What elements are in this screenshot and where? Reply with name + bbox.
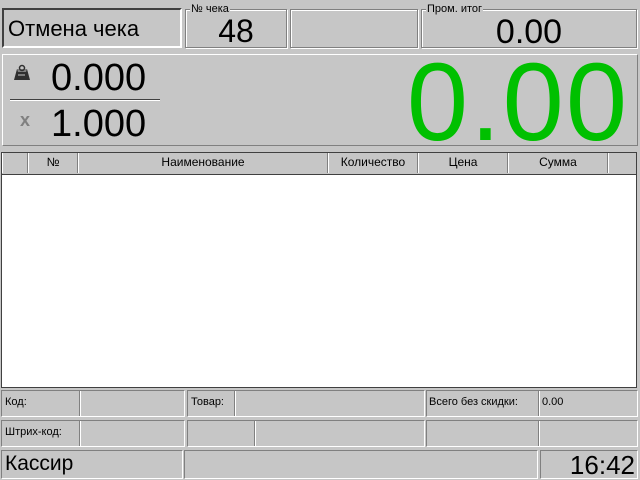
barcode-field-divider (79, 421, 81, 446)
column-header-selector[interactable] (2, 153, 28, 173)
weight-value: 0.000 (51, 57, 147, 99)
big-total-value: 0.00 (406, 41, 629, 164)
status-time-field: 16:42 (540, 450, 638, 479)
total-no-discount-field: Всего без скидки: 0.00 (426, 390, 638, 417)
header-empty-field (290, 9, 418, 48)
barcode-field: Штрих-код: (1, 420, 185, 447)
total-no-discount-divider (538, 391, 540, 416)
code-label: Код: (5, 396, 27, 408)
column-header-sum[interactable]: Сумма (508, 153, 608, 173)
status-user-field: Кассир (1, 450, 183, 479)
product-extra-divider (254, 421, 256, 446)
column-header-name[interactable]: Наименование (78, 153, 328, 173)
total-no-discount-value: 0.00 (542, 396, 564, 408)
code-field-divider (79, 391, 81, 416)
multiply-icon: x (20, 110, 31, 130)
barcode-label: Штрих-код: (5, 426, 62, 438)
scale-weight-icon (12, 64, 32, 82)
column-header-number[interactable]: № (28, 153, 78, 173)
items-table[interactable]: № Наименование Количество Цена Сумма (1, 152, 637, 388)
product-field-divider (234, 391, 236, 416)
product-field: Товар: (187, 390, 425, 417)
multiplier-value: 1.000 (51, 103, 147, 145)
product-extra-field (187, 420, 425, 447)
discount-extra-field (426, 420, 638, 447)
check-number-value: 48 (218, 13, 254, 49)
product-label: Товар: (191, 396, 224, 408)
table-header: № Наименование Количество Цена Сумма (2, 153, 636, 175)
mode-label: Отмена чека (8, 16, 140, 41)
status-middle-field (184, 450, 538, 479)
column-header-quantity[interactable]: Количество (328, 153, 418, 173)
status-time: 16:42 (569, 450, 635, 480)
total-no-discount-label: Всего без скидки: (429, 396, 518, 408)
status-user: Кассир (5, 452, 74, 475)
discount-extra-divider (538, 421, 540, 446)
column-header-price[interactable]: Цена (418, 153, 508, 173)
quantity-divider (10, 99, 160, 101)
column-header-extra[interactable] (608, 153, 636, 173)
mode-label-box: Отмена чека (2, 8, 182, 48)
table-body[interactable] (2, 175, 636, 387)
code-field: Код: (1, 390, 185, 417)
check-number-group: № чека 48 (185, 3, 287, 49)
quantity-panel: 0.000 x 1.000 0.00 (2, 47, 638, 159)
